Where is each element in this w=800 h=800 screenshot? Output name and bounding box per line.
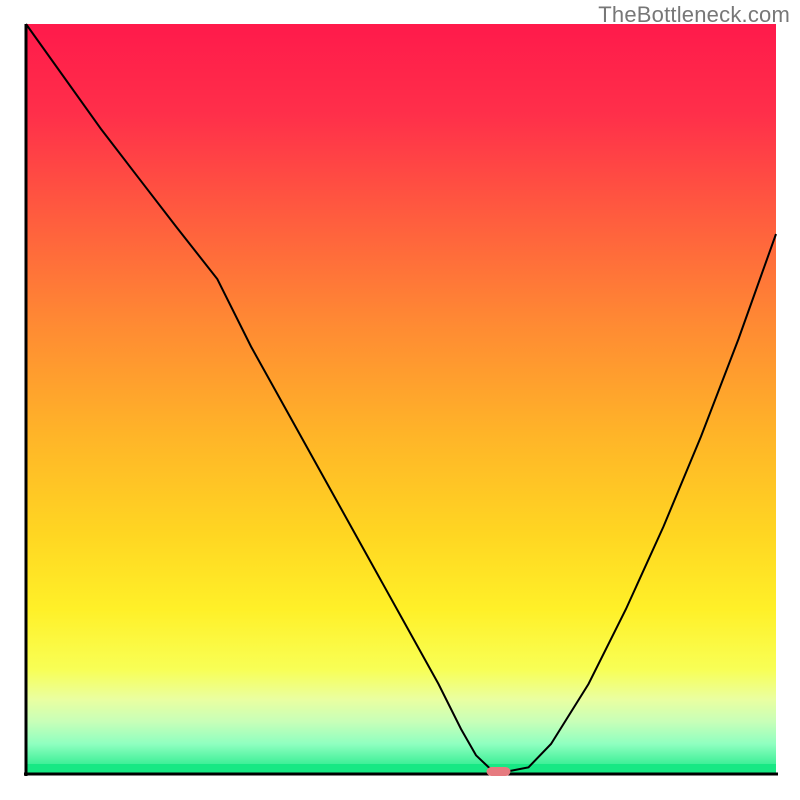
optimal-marker [487, 767, 511, 776]
plot-background [26, 24, 776, 774]
chart-frame: TheBottleneck.com [0, 0, 800, 800]
bottleneck-chart [0, 0, 800, 800]
watermark-text: TheBottleneck.com [598, 2, 790, 28]
